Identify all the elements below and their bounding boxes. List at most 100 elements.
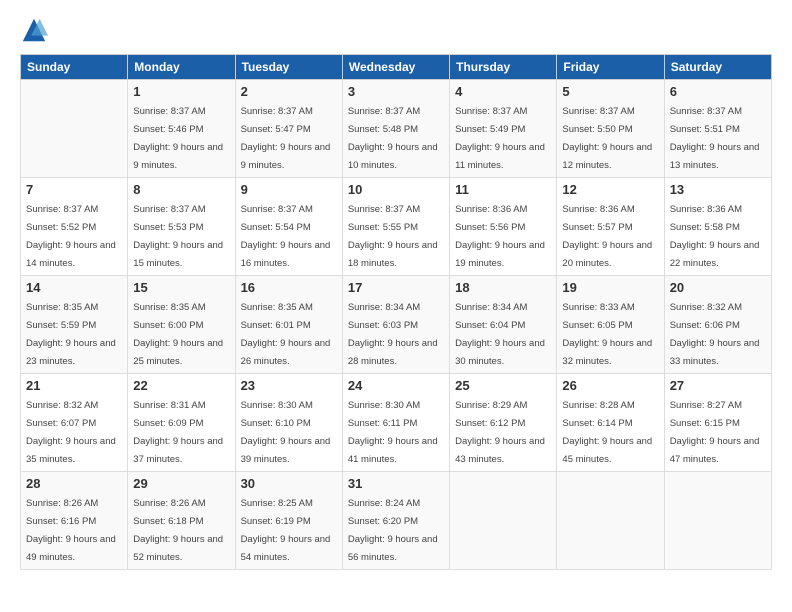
day-cell: 4Sunrise: 8:37 AMSunset: 5:49 PMDaylight… <box>450 80 557 178</box>
day-cell: 22 Sunrise: 8:31 AMSunset: 6:09 PMDayligh… <box>128 374 235 472</box>
day-cell: 2 Sunrise: 8:37 AMSunset: 5:47 PMDaylight… <box>235 80 342 178</box>
day-detail: Sunrise: 8:31 AMSunset: 6:09 PMDaylight:… <box>133 400 223 465</box>
day-detail: Sunrise: 8:24 AMSunset: 6:20 PMDaylight:… <box>348 498 438 563</box>
day-cell: 28Sunrise: 8:26 AMSunset: 6:16 PMDayligh… <box>21 472 128 570</box>
day-cell: 1 Sunrise: 8:37 AMSunset: 5:46 PMDaylight… <box>128 80 235 178</box>
header-day: Friday <box>557 55 664 80</box>
day-detail: Sunrise: 8:27 AMSunset: 6:15 PMDaylight:… <box>670 400 760 465</box>
day-number: 19 <box>562 280 658 295</box>
day-number: 6 <box>670 84 766 99</box>
day-number: 16 <box>241 280 337 295</box>
day-detail: Sunrise: 8:26 AMSunset: 6:18 PMDaylight:… <box>133 498 223 563</box>
day-number: 22 <box>133 378 229 393</box>
day-cell: 19 Sunrise: 8:33 AMSunset: 6:05 PMDayligh… <box>557 276 664 374</box>
header-day: Saturday <box>664 55 771 80</box>
day-number: 5 <box>562 84 658 99</box>
day-detail: Sunrise: 8:37 AMSunset: 5:48 PMDaylight:… <box>348 106 438 171</box>
week-row: 7 Sunrise: 8:37 AMSunset: 5:52 PMDaylight… <box>21 178 772 276</box>
day-cell: 13Sunrise: 8:36 AMSunset: 5:58 PMDayligh… <box>664 178 771 276</box>
day-cell: 31 Sunrise: 8:24 AMSunset: 6:20 PMDayligh… <box>342 472 449 570</box>
day-number: 3 <box>348 84 444 99</box>
day-number: 2 <box>241 84 337 99</box>
day-cell: 8Sunrise: 8:37 AMSunset: 5:53 PMDaylight… <box>128 178 235 276</box>
calendar-table: SundayMondayTuesdayWednesdayThursdayFrid… <box>20 54 772 570</box>
day-cell: 24 Sunrise: 8:30 AMSunset: 6:11 PMDayligh… <box>342 374 449 472</box>
day-cell: 12 Sunrise: 8:36 AMSunset: 5:57 PMDayligh… <box>557 178 664 276</box>
day-number: 9 <box>241 182 337 197</box>
day-number: 15 <box>133 280 229 295</box>
day-number: 31 <box>348 476 444 491</box>
day-cell: 25 Sunrise: 8:29 AMSunset: 6:12 PMDayligh… <box>450 374 557 472</box>
day-cell: 18 Sunrise: 8:34 AMSunset: 6:04 PMDayligh… <box>450 276 557 374</box>
day-detail: Sunrise: 8:35 AMSunset: 6:01 PMDaylight:… <box>241 302 331 367</box>
day-detail: Sunrise: 8:37 AMSunset: 5:46 PMDaylight:… <box>133 106 223 171</box>
day-number: 10 <box>348 182 444 197</box>
day-number: 18 <box>455 280 551 295</box>
day-detail: Sunrise: 8:32 AMSunset: 6:07 PMDaylight:… <box>26 400 116 465</box>
day-number: 28 <box>26 476 122 491</box>
day-cell: 27 Sunrise: 8:27 AMSunset: 6:15 PMDayligh… <box>664 374 771 472</box>
logo <box>20 16 52 44</box>
day-cell <box>664 472 771 570</box>
day-cell: 10 Sunrise: 8:37 AMSunset: 5:55 PMDayligh… <box>342 178 449 276</box>
day-number: 26 <box>562 378 658 393</box>
week-row: 14Sunrise: 8:35 AMSunset: 5:59 PMDayligh… <box>21 276 772 374</box>
day-cell: 7 Sunrise: 8:37 AMSunset: 5:52 PMDaylight… <box>21 178 128 276</box>
day-number: 21 <box>26 378 122 393</box>
week-row: 21 Sunrise: 8:32 AMSunset: 6:07 PMDayligh… <box>21 374 772 472</box>
day-detail: Sunrise: 8:28 AMSunset: 6:14 PMDaylight:… <box>562 400 652 465</box>
day-number: 1 <box>133 84 229 99</box>
day-number: 23 <box>241 378 337 393</box>
header-day: Wednesday <box>342 55 449 80</box>
header-day: Thursday <box>450 55 557 80</box>
day-detail: Sunrise: 8:37 AMSunset: 5:50 PMDaylight:… <box>562 106 652 171</box>
day-cell: 20 Sunrise: 8:32 AMSunset: 6:06 PMDayligh… <box>664 276 771 374</box>
day-cell <box>557 472 664 570</box>
day-detail: Sunrise: 8:34 AMSunset: 6:03 PMDaylight:… <box>348 302 438 367</box>
day-detail: Sunrise: 8:30 AMSunset: 6:11 PMDaylight:… <box>348 400 438 465</box>
day-number: 29 <box>133 476 229 491</box>
header-row: SundayMondayTuesdayWednesdayThursdayFrid… <box>21 55 772 80</box>
header-day: Sunday <box>21 55 128 80</box>
day-detail: Sunrise: 8:30 AMSunset: 6:10 PMDaylight:… <box>241 400 331 465</box>
day-detail: Sunrise: 8:37 AMSunset: 5:51 PMDaylight:… <box>670 106 760 171</box>
day-detail: Sunrise: 8:37 AMSunset: 5:53 PMDaylight:… <box>133 204 223 269</box>
day-detail: Sunrise: 8:37 AMSunset: 5:52 PMDaylight:… <box>26 204 116 269</box>
day-number: 12 <box>562 182 658 197</box>
day-detail: Sunrise: 8:36 AMSunset: 5:57 PMDaylight:… <box>562 204 652 269</box>
day-detail: Sunrise: 8:29 AMSunset: 6:12 PMDaylight:… <box>455 400 545 465</box>
header-day: Monday <box>128 55 235 80</box>
day-cell: 15 Sunrise: 8:35 AMSunset: 6:00 PMDayligh… <box>128 276 235 374</box>
day-cell: 23 Sunrise: 8:30 AMSunset: 6:10 PMDayligh… <box>235 374 342 472</box>
day-number: 24 <box>348 378 444 393</box>
day-cell: 3 Sunrise: 8:37 AMSunset: 5:48 PMDaylight… <box>342 80 449 178</box>
day-number: 25 <box>455 378 551 393</box>
day-cell: 26 Sunrise: 8:28 AMSunset: 6:14 PMDayligh… <box>557 374 664 472</box>
logo-icon <box>20 16 48 44</box>
day-cell: 11 Sunrise: 8:36 AMSunset: 5:56 PMDayligh… <box>450 178 557 276</box>
day-cell: 30Sunrise: 8:25 AMSunset: 6:19 PMDayligh… <box>235 472 342 570</box>
day-detail: Sunrise: 8:32 AMSunset: 6:06 PMDaylight:… <box>670 302 760 367</box>
day-cell <box>450 472 557 570</box>
day-number: 7 <box>26 182 122 197</box>
day-detail: Sunrise: 8:35 AMSunset: 6:00 PMDaylight:… <box>133 302 223 367</box>
day-number: 4 <box>455 84 551 99</box>
day-cell: 9 Sunrise: 8:37 AMSunset: 5:54 PMDaylight… <box>235 178 342 276</box>
day-cell: 16 Sunrise: 8:35 AMSunset: 6:01 PMDayligh… <box>235 276 342 374</box>
day-detail: Sunrise: 8:37 AMSunset: 5:55 PMDaylight:… <box>348 204 438 269</box>
day-detail: Sunrise: 8:33 AMSunset: 6:05 PMDaylight:… <box>562 302 652 367</box>
day-cell: 17Sunrise: 8:34 AMSunset: 6:03 PMDayligh… <box>342 276 449 374</box>
day-number: 27 <box>670 378 766 393</box>
day-detail: Sunrise: 8:37 AMSunset: 5:47 PMDaylight:… <box>241 106 331 171</box>
day-number: 11 <box>455 182 551 197</box>
day-cell: 6 Sunrise: 8:37 AMSunset: 5:51 PMDaylight… <box>664 80 771 178</box>
day-cell: 5 Sunrise: 8:37 AMSunset: 5:50 PMDaylight… <box>557 80 664 178</box>
header-day: Tuesday <box>235 55 342 80</box>
header <box>20 16 772 44</box>
day-detail: Sunrise: 8:37 AMSunset: 5:54 PMDaylight:… <box>241 204 331 269</box>
day-detail: Sunrise: 8:36 AMSunset: 5:56 PMDaylight:… <box>455 204 545 269</box>
day-detail: Sunrise: 8:34 AMSunset: 6:04 PMDaylight:… <box>455 302 545 367</box>
day-number: 20 <box>670 280 766 295</box>
day-detail: Sunrise: 8:35 AMSunset: 5:59 PMDaylight:… <box>26 302 116 367</box>
page: SundayMondayTuesdayWednesdayThursdayFrid… <box>0 0 792 612</box>
